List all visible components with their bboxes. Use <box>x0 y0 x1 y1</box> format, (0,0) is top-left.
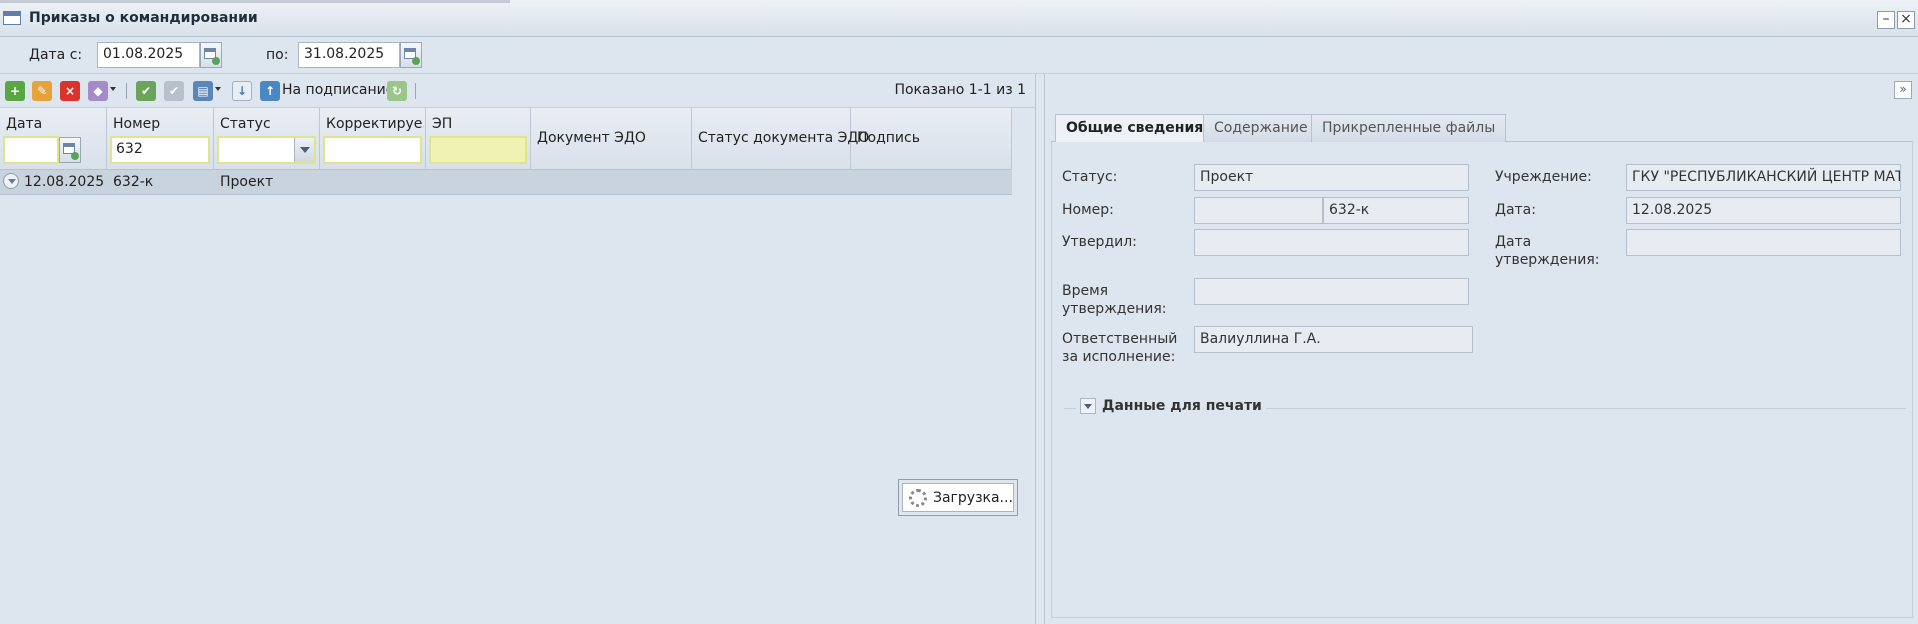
filter-date-input[interactable] <box>3 136 59 164</box>
toolbar-separator <box>415 83 416 99</box>
details-panel: » Общие сведения Содержание Прикрепленны… <box>1044 74 1918 624</box>
toolbar-separator <box>126 83 127 99</box>
date-from-input[interactable]: 01.08.2025 <box>97 42 200 68</box>
date-to-calendar-icon[interactable] <box>400 42 422 68</box>
filter-number-input[interactable]: 632 <box>110 136 210 164</box>
tab-general[interactable]: Общие сведения <box>1055 114 1215 143</box>
responsible-label: Ответственный за исполнение: <box>1062 331 1178 365</box>
print-section-title: Данные для печати <box>1102 398 1262 414</box>
date-field[interactable]: 12.08.2025 <box>1626 197 1901 224</box>
number-field[interactable]: 632-к <box>1323 197 1469 224</box>
approve-icon[interactable]: ✔ <box>136 81 156 101</box>
shown-count: Показано 1-1 из 1 <box>894 82 1026 98</box>
date-from-calendar-icon[interactable] <box>200 42 222 68</box>
number-label: Номер: <box>1062 202 1114 218</box>
row-expand-icon[interactable] <box>3 173 19 189</box>
loading-text: Загрузка... <box>933 489 1013 506</box>
filter-corrected-input[interactable] <box>323 136 422 164</box>
column-edo-status[interactable]: Статус документа ЭДО <box>692 108 869 170</box>
window-icon <box>3 11 21 25</box>
approve-time-label: Время утверждения: <box>1062 283 1167 317</box>
print-dropdown-icon[interactable] <box>215 87 221 91</box>
edit-icon[interactable]: ✎ <box>32 81 52 101</box>
unapprove-icon[interactable]: ✔ <box>164 81 184 101</box>
print-section-toggle[interactable]: Данные для печати <box>1076 398 1266 414</box>
general-form: Статус: Проект Номер: 632-к Утвердил: Вр… <box>1051 142 1913 618</box>
collapse-panel-icon[interactable]: » <box>1894 81 1912 99</box>
chevron-down-icon[interactable] <box>294 138 314 162</box>
send-to-sign-icon[interactable]: ↑ <box>260 81 280 101</box>
column-corrected[interactable]: Корректируе... <box>320 108 426 170</box>
date-from-label: Дата с: <box>29 47 83 63</box>
delete-icon[interactable]: × <box>60 81 80 101</box>
chevron-down-icon[interactable] <box>1080 398 1096 414</box>
tab-content[interactable]: Содержание <box>1203 114 1319 142</box>
export-icon[interactable]: ↓ <box>232 81 252 101</box>
refresh-icon[interactable]: ↻ <box>387 81 407 101</box>
send-to-sign-button[interactable]: На подписание <box>282 82 394 98</box>
grid-header: Дата Номер 632 Статус Корректируе... ЭП … <box>0 108 1012 170</box>
approved-by-label: Утвердил: <box>1062 234 1137 250</box>
minimize-icon[interactable]: – <box>1877 11 1895 29</box>
date-filter-bar: Дата с: 01.08.2025 по: 31.08.2025 <box>0 37 1918 74</box>
date-label: Дата: <box>1495 202 1536 218</box>
grid-toolbar: + ✎ × ◆ ✔ ✔ ▤ ↓ ↑ На подписание ↻ Показа… <box>0 74 1036 108</box>
close-icon[interactable]: × <box>1897 11 1915 29</box>
filter-ep-input[interactable] <box>429 136 527 164</box>
window-title-bar: Приказы о командировании – × <box>0 0 1918 37</box>
spinner-icon <box>909 488 927 507</box>
print-icon[interactable]: ▤ <box>193 81 213 101</box>
orders-grid-panel: + ✎ × ◆ ✔ ✔ ▤ ↓ ↑ На подписание ↻ Показа… <box>0 74 1036 624</box>
filter-status-select[interactable] <box>217 136 316 164</box>
responsible-field[interactable]: Валиуллина Г.А. <box>1194 326 1473 353</box>
column-number[interactable]: Номер 632 <box>107 108 214 170</box>
actions-icon[interactable]: ◆ <box>88 81 108 101</box>
actions-dropdown-icon[interactable] <box>110 87 116 91</box>
institution-label: Учреждение: <box>1495 169 1592 185</box>
approve-date-field[interactable] <box>1626 229 1901 256</box>
status-label: Статус: <box>1062 169 1118 185</box>
institution-field[interactable]: ГКУ "РЕСПУБЛИКАНСКИЙ ЦЕНТР МАТЕ <box>1626 164 1901 191</box>
filter-date-calendar-icon[interactable] <box>59 137 81 163</box>
column-edo-document[interactable]: Документ ЭДО <box>531 108 692 170</box>
row-status: Проект <box>220 174 274 190</box>
row-number: 632-к <box>113 174 154 190</box>
tab-attachments[interactable]: Прикрепленные файлы <box>1311 114 1507 142</box>
column-ep[interactable]: ЭП <box>426 108 531 170</box>
add-icon[interactable]: + <box>5 81 25 101</box>
approve-time-field[interactable] <box>1194 278 1469 305</box>
number-prefix-field[interactable] <box>1194 197 1323 224</box>
approved-by-field[interactable] <box>1194 229 1469 256</box>
status-field: Проект <box>1194 164 1469 191</box>
approve-date-label: Дата утверждения: <box>1495 234 1600 268</box>
window-title: Приказы о командировании <box>29 10 258 26</box>
column-status[interactable]: Статус <box>214 108 320 170</box>
table-row[interactable]: 12.08.2025 632-к Проект <box>0 170 1012 195</box>
row-date: 12.08.2025 <box>24 174 105 190</box>
top-strip <box>0 0 510 3</box>
date-to-input[interactable]: 31.08.2025 <box>298 42 400 68</box>
column-signature[interactable]: Подпись <box>851 108 1012 170</box>
date-to-label: по: <box>266 47 289 63</box>
loading-indicator: Загрузка... <box>898 479 1018 516</box>
column-date[interactable]: Дата <box>0 108 107 170</box>
details-tabs: Общие сведения Содержание Прикрепленные … <box>1051 112 1913 143</box>
